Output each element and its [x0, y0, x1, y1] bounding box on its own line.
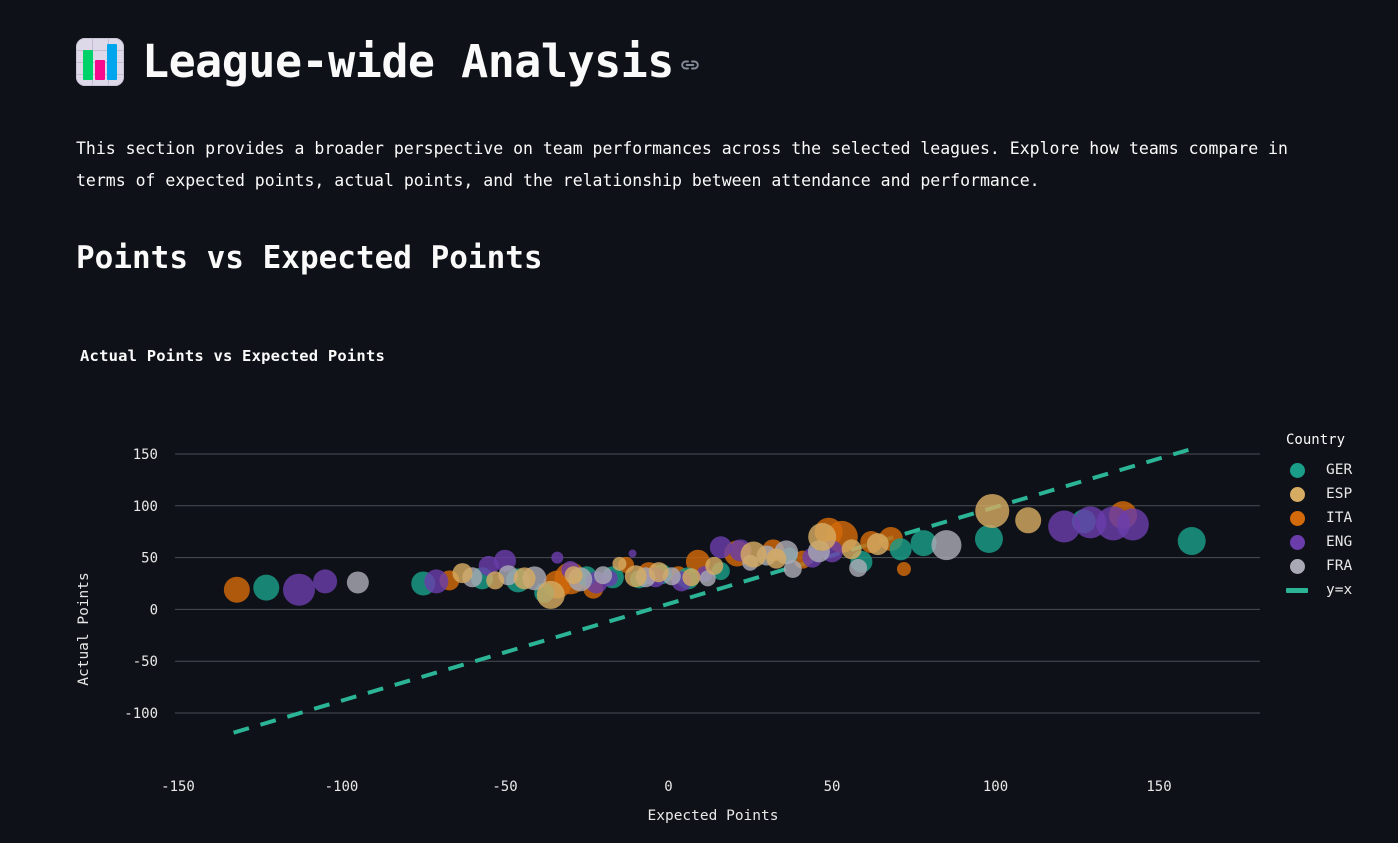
data-point-ESP[interactable]: [682, 568, 701, 587]
section-title: Points vs Expected Points: [76, 240, 543, 276]
gridlines: [175, 453, 1260, 714]
page-root: League-wide Analysis This section provid…: [0, 0, 1398, 843]
data-point-ESP[interactable]: [841, 539, 862, 560]
page-header: League-wide Analysis: [76, 38, 702, 86]
legend-title: Country: [1286, 432, 1346, 448]
x-tick-label: 50: [824, 779, 841, 795]
plot-area: -100 -50 0 50 100 150 -150 -100 -50 0 50 100 150 Ac…: [76, 447, 1260, 824]
legend-item-ENG[interactable]: ENG: [1286, 530, 1352, 554]
link-icon[interactable]: [678, 53, 702, 77]
data-point-GER[interactable]: [889, 538, 912, 561]
legend-item-y=x[interactable]: y=x: [1286, 578, 1352, 602]
y-tick-label: 50: [141, 551, 158, 567]
data-point-ESP[interactable]: [766, 548, 787, 569]
legend-item-GER[interactable]: GER: [1286, 458, 1352, 482]
y-tick-labels: -100 -50 0 50 100 150: [124, 447, 158, 722]
data-point-ESP[interactable]: [808, 522, 837, 551]
legend-item-ESP[interactable]: ESP: [1286, 482, 1352, 506]
data-point-FRA[interactable]: [849, 558, 868, 577]
page-title-text: League-wide Analysis: [142, 35, 674, 89]
data-points: [223, 493, 1206, 609]
y-axis-label: Actual Points: [76, 572, 92, 686]
data-point-ESP[interactable]: [705, 556, 724, 575]
x-tick-label: 150: [1146, 779, 1171, 795]
legend-item-FRA[interactable]: FRA: [1286, 554, 1352, 578]
data-point-ESP[interactable]: [975, 493, 1010, 528]
x-tick-label: -150: [161, 779, 195, 795]
data-point-FRA[interactable]: [783, 559, 802, 578]
x-tick-label: -50: [492, 779, 517, 795]
x-tick-label: -100: [325, 779, 359, 795]
data-point-ESP[interactable]: [564, 566, 583, 585]
legend-items: GER ESP ITA ENG FRA y=x: [1286, 458, 1352, 602]
data-point-ESP[interactable]: [612, 556, 627, 571]
y-tick-label: 100: [133, 499, 158, 515]
data-point-ESP[interactable]: [536, 580, 565, 609]
legend-label: y=x: [1326, 582, 1353, 598]
data-point-ESP[interactable]: [648, 562, 669, 583]
data-point-ITA[interactable]: [223, 576, 250, 603]
y-tick-label: -50: [133, 654, 158, 670]
legend-dot-icon: [1286, 534, 1308, 550]
data-point-ESP[interactable]: [866, 533, 889, 556]
yx-reference-line: [233, 447, 1189, 735]
x-axis-label: Expected Points: [648, 808, 779, 824]
data-point-FRA[interactable]: [346, 571, 369, 594]
y-tick-label: 150: [133, 447, 158, 463]
page-title: League-wide Analysis: [142, 35, 702, 89]
data-point-ESP[interactable]: [624, 565, 647, 588]
data-point-ESP[interactable]: [1015, 507, 1042, 534]
data-point-ITA[interactable]: [896, 561, 911, 576]
intro-paragraph: This section provides a broader perspect…: [76, 138, 1288, 190]
legend-line-icon: [1286, 587, 1308, 593]
legend-dot-icon: [1286, 510, 1308, 526]
legend-dot-icon: [1286, 558, 1308, 574]
y-tick-label: 0: [150, 602, 158, 618]
legend-label: ITA: [1326, 510, 1353, 526]
chart-legend: Country GER ESP ITA ENG FRA y=x: [1286, 432, 1352, 602]
data-point-FRA[interactable]: [931, 530, 962, 561]
data-point-GER[interactable]: [974, 524, 1003, 553]
data-point-ENG[interactable]: [282, 573, 315, 606]
data-point-ESP[interactable]: [452, 563, 473, 584]
legend-label: ESP: [1326, 486, 1353, 502]
data-point-ENG[interactable]: [1116, 508, 1149, 541]
data-point-ESP[interactable]: [513, 567, 536, 590]
data-point-ENG[interactable]: [313, 569, 338, 594]
reference-line-yx: [233, 447, 1189, 735]
data-point-ENG[interactable]: [424, 569, 449, 594]
x-tick-label: 100: [983, 779, 1008, 795]
data-point-GER[interactable]: [1177, 527, 1206, 556]
y-tick-label: -100: [124, 706, 158, 722]
legend-dot-icon: [1286, 486, 1308, 502]
data-point-ESP[interactable]: [486, 571, 505, 590]
legend-label: ENG: [1326, 534, 1353, 550]
x-tick-label: 0: [664, 779, 672, 795]
data-point-ESP[interactable]: [740, 541, 767, 568]
scatter-chart: Actual Points vs Expected Points -100 -50…: [0, 330, 1398, 830]
legend-item-ITA[interactable]: ITA: [1286, 506, 1352, 530]
data-point-FRA[interactable]: [594, 566, 613, 585]
legend-label: FRA: [1326, 558, 1353, 574]
x-tick-labels: -150 -100 -50 0 50 100 150: [161, 779, 1172, 795]
data-point-ENG[interactable]: [709, 536, 732, 559]
legend-dot-icon: [1286, 462, 1308, 478]
data-point-GER[interactable]: [253, 574, 280, 601]
data-point-ENG[interactable]: [628, 549, 637, 558]
bar-chart-emoji-icon: [76, 38, 124, 86]
data-point-ENG[interactable]: [551, 551, 564, 564]
legend-label: GER: [1326, 462, 1353, 478]
